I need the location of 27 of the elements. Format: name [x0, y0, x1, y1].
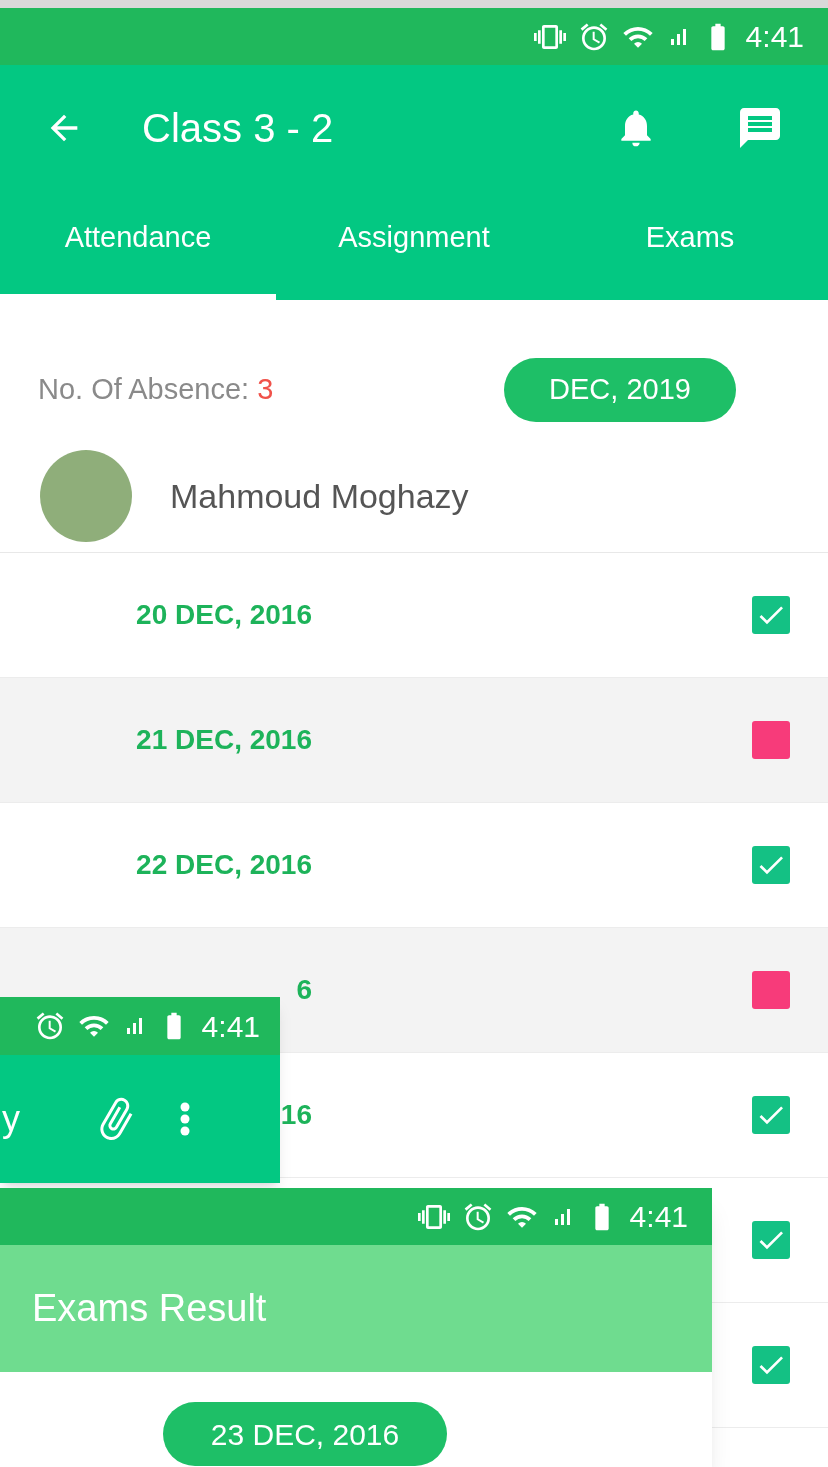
attendance-date: 21 DEC, 2016 — [136, 723, 312, 757]
attendance-date: 16 — [280, 1098, 312, 1132]
absent-checkbox[interactable] — [752, 971, 790, 1009]
student-name: Mahmoud Moghazy — [170, 475, 469, 517]
present-checkbox[interactable] — [752, 846, 790, 884]
present-checkbox[interactable] — [752, 1221, 790, 1259]
absent-checkbox[interactable] — [752, 721, 790, 759]
absence-count: No. Of Absence: 3 — [38, 372, 274, 408]
more-button[interactable] — [180, 1102, 190, 1136]
status-time: 4:41 — [629, 1199, 688, 1235]
attendance-date: 6 — [296, 973, 312, 1007]
present-checkbox[interactable] — [752, 1096, 790, 1134]
app-title: Class 3 - 2 — [142, 104, 334, 152]
tab[interactable]: Assignment — [276, 190, 552, 300]
date-button[interactable]: 23 DEC, 2016 — [163, 1402, 447, 1466]
present-checkbox[interactable] — [752, 596, 790, 634]
attendance-date: 20 DEC, 2016 — [136, 598, 312, 632]
month-button[interactable]: DEC, 2019 — [504, 358, 736, 422]
tab[interactable]: Exams — [552, 190, 828, 300]
more-icon — [180, 1102, 190, 1136]
present-checkbox[interactable] — [752, 1346, 790, 1384]
chat-title: y — [2, 1097, 20, 1141]
attendance-date: 22 DEC, 2016 — [136, 848, 312, 882]
status-time: 4:41 — [745, 19, 804, 55]
exams-title: Exams Result — [32, 1286, 267, 1331]
status-time: 4:41 — [201, 1008, 260, 1045]
tab[interactable]: Attendance — [0, 190, 276, 300]
